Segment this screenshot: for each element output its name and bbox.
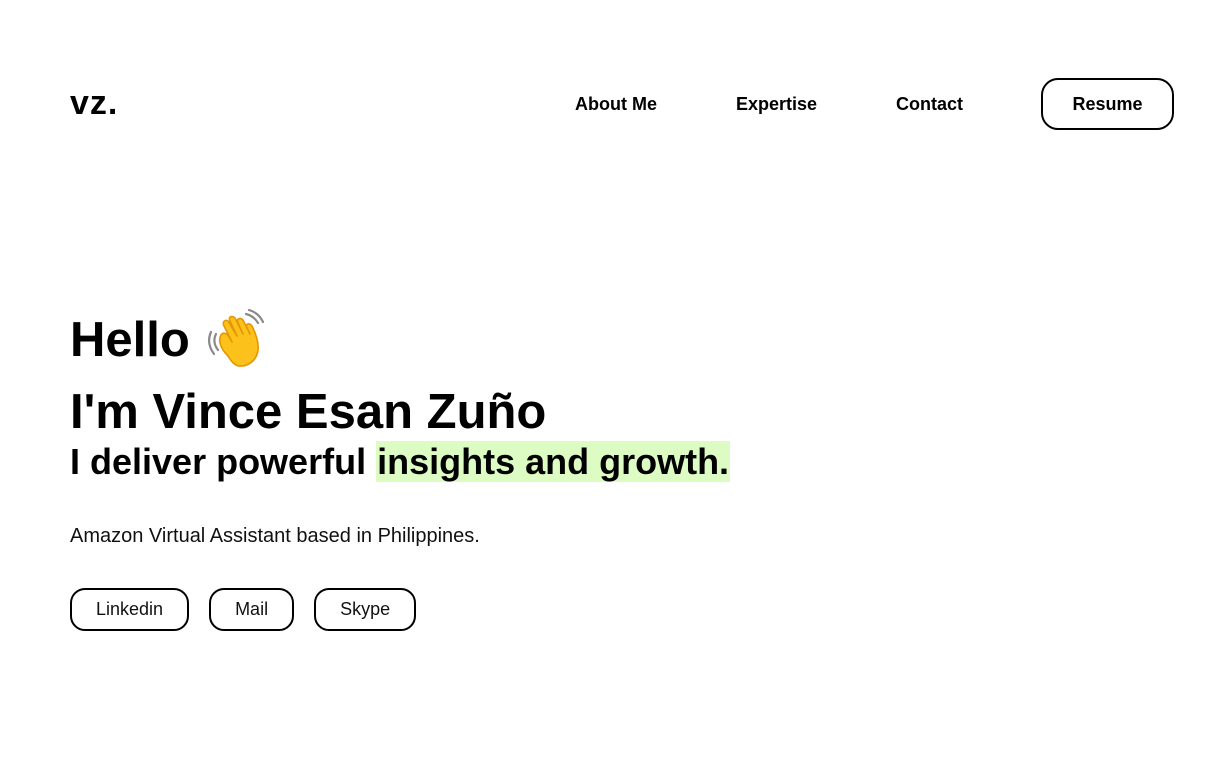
social-links: Linkedin Mail Skype (70, 588, 730, 631)
hello-text: Hello (70, 313, 190, 367)
nav-expertise[interactable]: Expertise (736, 94, 817, 115)
subtitle: Amazon Virtual Assistant based in Philip… (70, 525, 480, 547)
tagline-highlight: insights and growth. (376, 441, 731, 482)
linkedin-button[interactable]: Linkedin (70, 588, 190, 631)
logo[interactable]: vz. (70, 86, 118, 120)
site-header: vz. About Me Expertise Contact Resume (70, 78, 1174, 130)
nav-about-me[interactable]: About Me (575, 94, 657, 115)
tagline-prefix: I deliver powerful (70, 441, 377, 482)
hello-heading: Hello (70, 308, 730, 372)
skype-button[interactable]: Skype (314, 588, 417, 631)
waving-hand-icon (206, 308, 270, 372)
resume-button[interactable]: Resume (1041, 78, 1174, 130)
hero-section: Hello I'm Vince Esan Zuño I deliver powe… (70, 308, 731, 631)
mail-button[interactable]: Mail (209, 588, 295, 631)
page: vz. About Me Expertise Contact Resume He… (0, 0, 1230, 757)
nav-contact[interactable]: Contact (896, 94, 963, 115)
main-nav: About Me Expertise Contact Resume (575, 78, 1174, 130)
name-heading: I'm Vince Esan Zuño (70, 385, 547, 439)
tagline: I deliver powerful insights and growth. (70, 438, 731, 486)
